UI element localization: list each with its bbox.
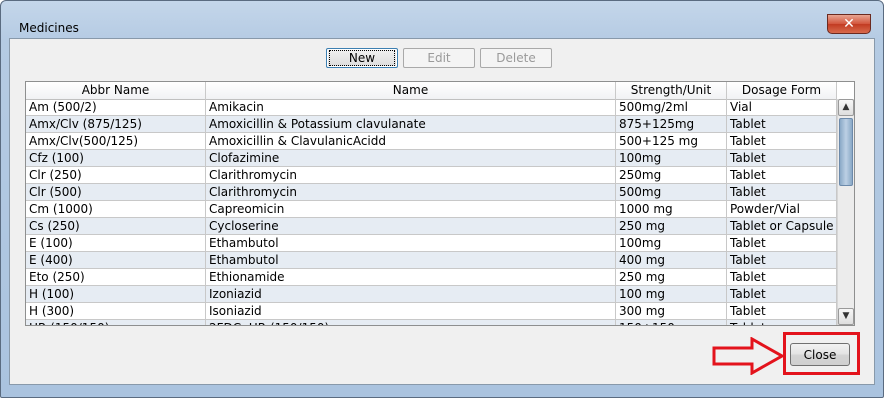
cell-abbr-name: Eto (250)	[26, 269, 206, 285]
cell-name: Amoxicillin & ClavulanicAcidd	[206, 133, 616, 149]
table-row[interactable]: Cfz (100) Clofazimine 100mg Tablet	[26, 150, 837, 167]
cell-dosage-form: Tablet or Capsule	[727, 218, 837, 234]
cell-strength-unit: 400 mg	[616, 252, 727, 268]
column-header-dosage-form[interactable]: Dosage Form	[727, 82, 837, 99]
table-row[interactable]: Clr (250) Clarithromycin 250mg Tablet	[26, 167, 837, 184]
new-button[interactable]: New	[326, 48, 398, 68]
table-row[interactable]: Clr (500) Clarithromycin 500mg Tablet	[26, 184, 837, 201]
cell-name: Cycloserine	[206, 218, 616, 234]
cell-name: Amikacin	[206, 99, 616, 115]
table-row[interactable]: H (100) Izoniazid 100 mg Tablet	[26, 286, 837, 303]
edit-button[interactable]: Edit	[403, 48, 475, 68]
table-row[interactable]: HR (150/150)2FDC, HR (150/150)150+150mgT…	[26, 320, 837, 325]
cell-name: Clarithromycin	[206, 167, 616, 183]
cell-name: Ethionamide	[206, 269, 616, 285]
cell-name: Ethambutol	[206, 252, 616, 268]
cell-abbr-name: Cs (250)	[26, 218, 206, 234]
cell-abbr-name: Cfz (100)	[26, 150, 206, 166]
cell-dosage-form: Tablet	[727, 286, 837, 302]
table-row[interactable]: Eto (250) Ethionamide 250 mg Tablet	[26, 269, 837, 286]
cell-abbr-name: Am (500/2)	[26, 99, 206, 115]
cell-abbr-name: HR (150/150)	[26, 320, 206, 325]
cell-name: Amoxicillin & Potassium clavulanate	[206, 116, 616, 132]
cell-name: Capreomicin	[206, 201, 616, 217]
new-button-label: New	[328, 50, 396, 66]
cell-dosage-form: Tablet	[727, 320, 837, 325]
table-row[interactable]: Am (500/2) Amikacin 500mg/2ml Vial	[26, 99, 837, 116]
cell-strength-unit: 500+125 mg	[616, 133, 727, 149]
cell-strength-unit: 500mg	[616, 184, 727, 200]
cell-dosage-form: Tablet	[727, 252, 837, 268]
cell-strength-unit: 500mg/2ml	[616, 99, 727, 115]
table-row[interactable]: Cs (250) Cycloserine 250 mg Tablet or Capsu…	[26, 218, 837, 235]
delete-button[interactable]: Delete	[480, 48, 552, 68]
annotation-arrow-icon	[712, 337, 784, 375]
cell-abbr-name: Cm (1000)	[26, 201, 206, 217]
cell-strength-unit: 100mg	[616, 150, 727, 166]
cell-name: Isoniazid	[206, 303, 616, 319]
table-row[interactable]: Amx/Clv(500/125) Amoxicillin & Clavulanic…	[26, 133, 837, 150]
cell-strength-unit: 875+125mg	[616, 116, 727, 132]
cell-dosage-form: Tablet	[727, 150, 837, 166]
cell-dosage-form: Tablet	[727, 167, 837, 183]
medicines-table: Abbr Name Name Strength/Unit Dosage Form…	[25, 81, 855, 326]
cell-dosage-form: Tablet	[727, 133, 837, 149]
close-x-icon: ✕	[843, 16, 855, 32]
cell-dosage-form: Tablet	[727, 235, 837, 251]
column-header-strength-unit[interactable]: Strength/Unit	[616, 82, 727, 99]
cell-abbr-name: Clr (500)	[26, 184, 206, 200]
cell-strength-unit: 150+150mg	[616, 320, 727, 325]
cell-abbr-name: E (400)	[26, 252, 206, 268]
column-header-name[interactable]: Name	[206, 82, 616, 99]
cell-strength-unit: 100 mg	[616, 286, 727, 302]
cell-name: Izoniazid	[206, 286, 616, 302]
cell-dosage-form: Tablet	[727, 116, 837, 132]
cell-abbr-name: H (100)	[26, 286, 206, 302]
table-row[interactable]: Amx/Clv (875/125) Amoxicillin & Potassium…	[26, 116, 837, 133]
cell-name: Ethambutol	[206, 235, 616, 251]
table-body: Am (500/2) Amikacin 500mg/2ml Vial Amx/Clv (…	[26, 99, 837, 325]
cell-strength-unit: 100mg	[616, 235, 727, 251]
cell-strength-unit: 250 mg	[616, 269, 727, 285]
cell-strength-unit: 250 mg	[616, 218, 727, 234]
vertical-scrollbar[interactable]: ▲ ▼	[837, 99, 854, 325]
window-title: Medicines	[19, 21, 79, 35]
close-button[interactable]: Close	[790, 343, 850, 366]
cell-dosage-form: Vial	[727, 99, 837, 115]
cell-name: Clofazimine	[206, 150, 616, 166]
column-header-abbr-name[interactable]: Abbr Name	[26, 82, 206, 99]
cell-name: 2FDC, HR (150/150)	[206, 320, 616, 325]
table-row[interactable]: Cm (1000) Capreomicin 1000 mg Powder/Vial	[26, 201, 837, 218]
scroll-down-button[interactable]: ▼	[838, 308, 854, 325]
cell-abbr-name: Clr (250)	[26, 167, 206, 183]
cell-name: Clarithromycin	[206, 184, 616, 200]
cell-strength-unit: 250mg	[616, 167, 727, 183]
scroll-up-button[interactable]: ▲	[838, 99, 854, 116]
scrollbar-thumb[interactable]	[839, 118, 853, 186]
table-row[interactable]: E (100) Ethambutol 100mg Tablet	[26, 235, 837, 252]
cell-abbr-name: Amx/Clv (875/125)	[26, 116, 206, 132]
table-row[interactable]: H (300) Isoniazid 300 mg Tablet	[26, 303, 837, 320]
cell-dosage-form: Tablet	[727, 303, 837, 319]
cell-abbr-name: E (100)	[26, 235, 206, 251]
cell-abbr-name: H (300)	[26, 303, 206, 319]
cell-dosage-form: Tablet	[727, 184, 837, 200]
cell-dosage-form: Powder/Vial	[727, 201, 837, 217]
window-close-button[interactable]: ✕	[827, 14, 871, 34]
title-bar[interactable]: Medicines ✕	[1, 1, 883, 39]
cell-abbr-name: Amx/Clv(500/125)	[26, 133, 206, 149]
cell-strength-unit: 300 mg	[616, 303, 727, 319]
cell-dosage-form: Tablet	[727, 269, 837, 285]
cell-strength-unit: 1000 mg	[616, 201, 727, 217]
table-header: Abbr Name Name Strength/Unit Dosage Form	[26, 82, 837, 100]
table-row[interactable]: E (400) Ethambutol 400 mg Tablet	[26, 252, 837, 269]
